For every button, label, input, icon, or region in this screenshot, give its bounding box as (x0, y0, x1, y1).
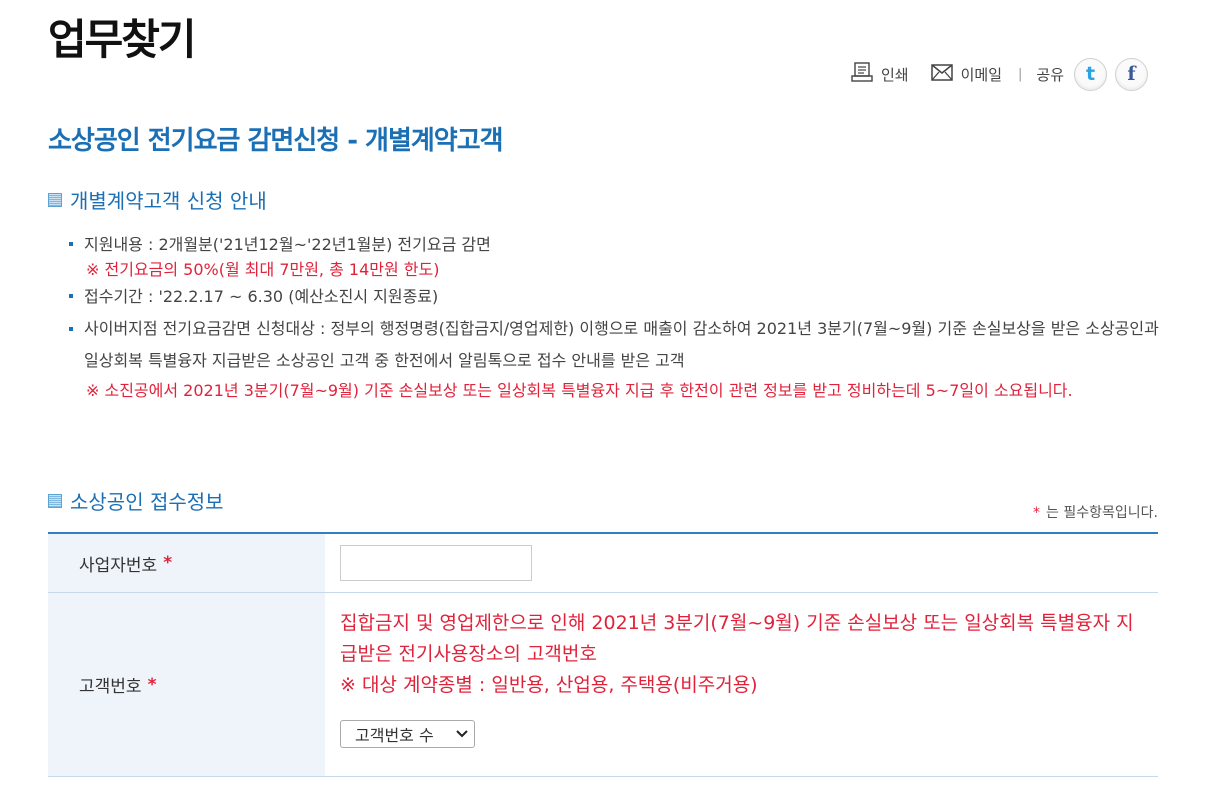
form-heading: 소상공인 접수정보 (48, 486, 224, 515)
guide-item-target: 사이버지점 전기요금감면 신청대상 : 정부의 행정명령(집합금지/영업제한) … (68, 313, 1168, 377)
facebook-share-button[interactable]: f (1115, 57, 1148, 91)
share-label: 공유 (1036, 65, 1064, 84)
email-label: 이메일 (960, 65, 1002, 84)
guide-heading: 개별계약고객 신청 안내 (48, 185, 267, 214)
utility-bar: 인쇄 이메일 | 공유 t f (851, 57, 1148, 91)
bullet-icon (69, 242, 73, 246)
guide-item-note: ※ 전기요금의 50%(월 최대 7만원, 총 14만원 한도) (86, 260, 440, 279)
guide-list: 지원내용 : 2개월분('21년12월~'22년1월분) 전기요금 감면 ※ 전… (68, 233, 1168, 403)
utility-separator: | (1018, 66, 1023, 82)
page: 업무찾기 인쇄 이메일 | 공유 t f 소상공인 전기요금 감면신청 - 개별… (0, 0, 1226, 791)
bullet-icon (69, 327, 73, 331)
print-button[interactable]: 인쇄 (851, 62, 909, 86)
square-bullet-icon (48, 493, 62, 508)
form-row-business-number: 사업자번호 * (48, 534, 1158, 593)
form-value-cell: 집합금지 및 영업제한으로 인해 2021년 3분기(7월~9월) 기준 손실보… (325, 593, 1158, 776)
form-row-customer-number: 고객번호 * 집합금지 및 영업제한으로 인해 2021년 3분기(7월~9월)… (48, 593, 1158, 777)
customer-count-select-value: 고객번호 수 (355, 726, 434, 745)
guide-item-text: 사이버지점 전기요금감면 신청대상 : 정부의 행정명령(집합금지/영업제한) … (84, 319, 1159, 370)
mail-icon (930, 63, 953, 85)
email-button[interactable]: 이메일 (930, 63, 1002, 85)
bullet-icon (69, 294, 73, 298)
customer-number-note: ※ 대상 계약종별 : 일반용, 산업용, 주택용(비주거용) (340, 674, 758, 696)
guide-heading-text: 개별계약고객 신청 안내 (70, 189, 267, 213)
print-label: 인쇄 (880, 65, 909, 84)
guide-item-note: ※ 소진공에서 2021년 3분기(7월~9월) 기준 손실보상 또는 일상회복… (86, 381, 1073, 400)
square-bullet-icon (48, 192, 62, 207)
required-note: * 는 필수항목입니다. (1033, 502, 1158, 522)
guide-item-text: 접수기간 : '22.2.17 ~ 6.30 (예산소진시 지원종료) (84, 287, 439, 306)
required-star: * (1033, 505, 1041, 521)
customer-number-description: 집합금지 및 영업제한으로 인해 2021년 3분기(7월~9월) 기준 손실보… (340, 612, 1134, 665)
form-value-cell (325, 534, 1158, 592)
customer-number-label: 고객번호 (79, 677, 142, 697)
page-title: 업무찾기 (48, 15, 197, 64)
chevron-down-icon (456, 727, 468, 742)
required-note-text: 는 필수항목입니다. (1046, 505, 1158, 521)
section-title: 소상공인 전기요금 감면신청 - 개별계약고객 (48, 126, 504, 156)
guide-item-period: 접수기간 : '22.2.17 ~ 6.30 (예산소진시 지원종료) (68, 285, 1168, 313)
guide-item-support: 지원내용 : 2개월분('21년12월~'22년1월분) 전기요금 감면 (68, 233, 1168, 257)
business-number-label: 사업자번호 (79, 555, 158, 576)
printer-icon (851, 62, 873, 86)
facebook-icon: f (1127, 63, 1136, 85)
customer-count-select[interactable]: 고객번호 수 (340, 720, 475, 748)
business-number-input[interactable] (340, 545, 532, 581)
twitter-share-button[interactable]: t (1074, 57, 1107, 91)
twitter-icon: t (1085, 63, 1096, 85)
form-label-cell: 고객번호 * (48, 593, 325, 776)
required-star: * (147, 674, 157, 695)
guide-item-text: 지원내용 : 2개월분('21년12월~'22년1월분) 전기요금 감면 (84, 235, 491, 254)
required-star: * (163, 553, 173, 573)
form-label-cell: 사업자번호 * (48, 534, 325, 592)
form-table: 사업자번호 * 고객번호 * 집합금지 및 영업제한으로 인해 2021년 3분… (48, 532, 1158, 777)
form-heading-text: 소상공인 접수정보 (70, 490, 224, 514)
